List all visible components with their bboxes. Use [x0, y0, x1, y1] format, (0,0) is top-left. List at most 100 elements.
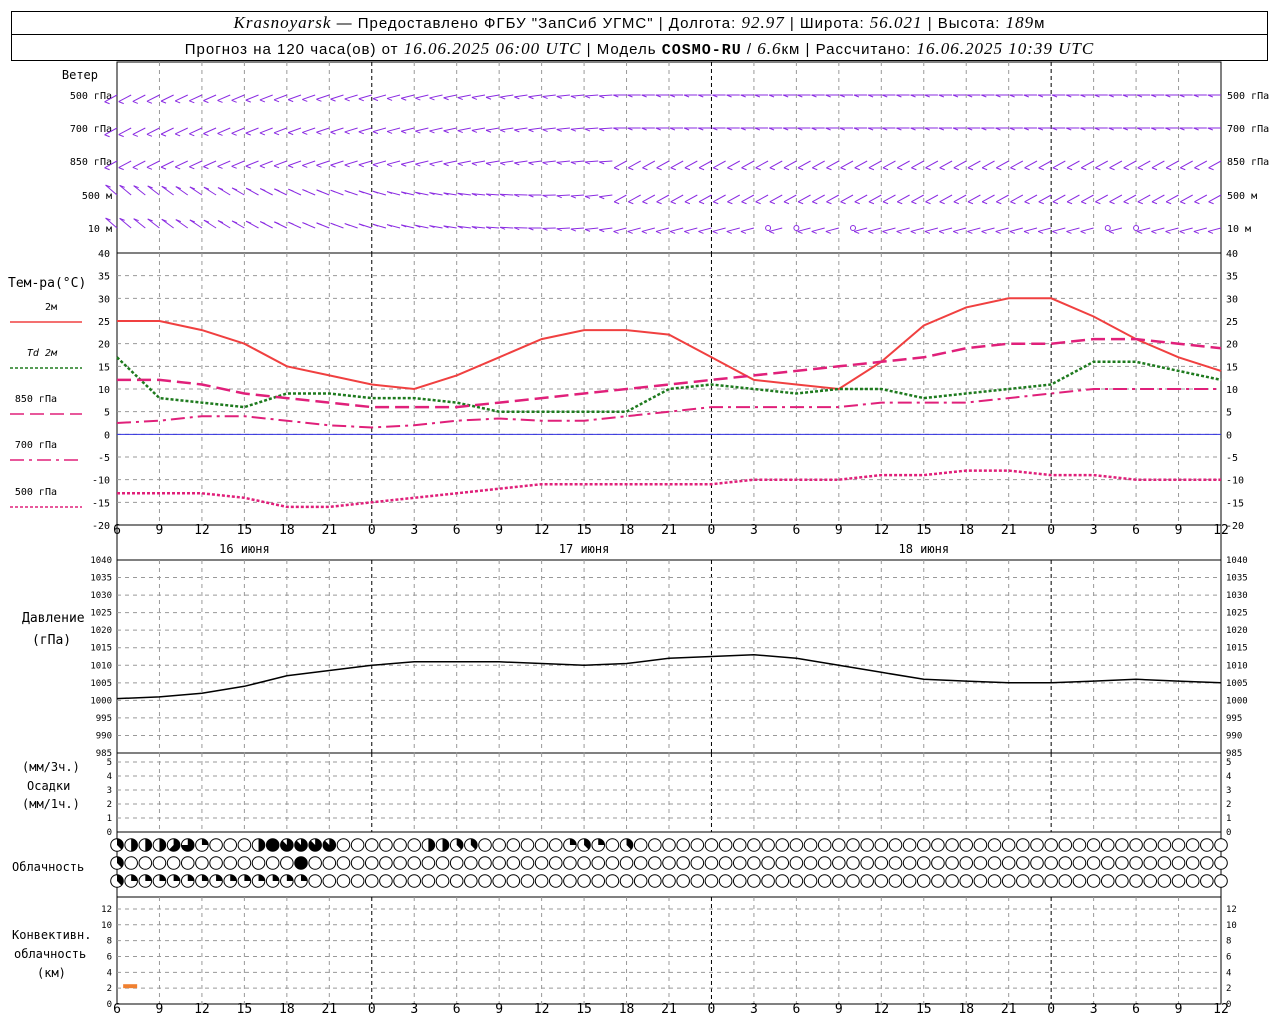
cloud-circle: [506, 856, 521, 870]
cloud-circle: [336, 874, 351, 888]
press-y-tick-right: 1015: [1226, 644, 1248, 654]
wind-barb: [160, 94, 174, 102]
x-tick-label: 6: [792, 523, 800, 538]
wind-barb-feather: [1165, 230, 1171, 234]
wind-barb-feather: [1109, 167, 1115, 171]
cloud-circle: [803, 838, 818, 852]
wind-barb-feather: [1180, 201, 1186, 205]
wind-barb-feather: [981, 201, 988, 205]
wind-barb-feather: [217, 132, 223, 136]
wind-barb-feather: [471, 162, 478, 166]
conv-y-tick-right: 12: [1226, 905, 1237, 915]
cloud-circle: [534, 856, 549, 870]
cloud-circle: [379, 874, 393, 888]
wind-barb-feather: [146, 100, 153, 104]
cloud-circle: [407, 874, 422, 888]
wind-barb: [160, 160, 174, 168]
cloud-circle: [775, 874, 790, 888]
precip-y-tick-right: 3: [1226, 786, 1231, 796]
temp-y-tick: 30: [98, 294, 110, 305]
cloud-fill: [294, 856, 308, 870]
wind-barb: [372, 160, 387, 166]
cloud-circle: [421, 856, 436, 870]
wind-barb: [485, 127, 500, 131]
wind-barb: [203, 127, 217, 135]
wind-barb-feather: [1179, 230, 1185, 234]
wind-barb-feather: [642, 167, 648, 171]
wind-barb-feather: [528, 162, 534, 166]
wind-barb: [1095, 194, 1109, 203]
wind-barb-feather: [429, 97, 435, 101]
wind-barb-feather: [415, 163, 421, 167]
wind-barb: [1052, 194, 1066, 203]
wind-barb: [245, 160, 259, 167]
wind-barb: [825, 227, 839, 232]
wind-barb-feather: [755, 201, 761, 205]
wind-barb: [316, 127, 330, 133]
wind-barb: [741, 160, 755, 169]
wind-barb: [401, 160, 415, 165]
cloud-circle: [1129, 856, 1143, 870]
wind-barb: [556, 194, 570, 197]
cloud-circle: [1171, 856, 1186, 870]
cloud-fill: [286, 874, 294, 881]
wind-barb-feather: [104, 167, 110, 171]
cloud-circle: [789, 838, 804, 852]
cloud-circle: [648, 874, 662, 888]
cloud-circle: [605, 874, 620, 888]
wind-barb-feather: [401, 130, 407, 134]
x-tick-label: 3: [1090, 1002, 1098, 1017]
wind-barb: [443, 127, 457, 132]
wind-barb: [1207, 227, 1222, 232]
cloud-circle: [1001, 856, 1016, 870]
wind-barb: [147, 218, 160, 229]
cloud-circle: [931, 856, 945, 870]
cloud-circle: [619, 874, 634, 888]
wind-barb-feather: [288, 221, 294, 225]
wind-barb: [995, 227, 1009, 232]
wind-barb: [542, 160, 556, 164]
wind-level-label: 700 гПа: [1227, 124, 1269, 135]
cloud-circle: [973, 856, 988, 870]
wind-barb-feather: [372, 98, 379, 102]
wind-barb: [1066, 227, 1080, 232]
wind-barb: [1165, 194, 1179, 203]
wind-barb-feather: [358, 164, 364, 168]
cloud-circle: [407, 838, 422, 852]
wind-barb: [642, 194, 656, 203]
wind-barb: [160, 127, 174, 135]
wind-barb: [330, 94, 344, 100]
wind-barb: [146, 94, 160, 102]
wind-barb-feather: [628, 201, 634, 205]
wind-barb-feather: [443, 163, 449, 167]
cloud-circle: [1214, 856, 1228, 870]
wind-barb-feather: [302, 164, 308, 168]
wind-barb-feather: [1123, 167, 1129, 171]
cloud-circle: [860, 874, 874, 888]
legend-label: 2м: [45, 302, 57, 313]
x-tick-label: 18: [619, 1002, 635, 1017]
cloud-circle: [464, 856, 478, 870]
wind-barb-feather: [854, 201, 860, 205]
wind-barb-feather: [1037, 230, 1044, 234]
cloud-circle: [336, 856, 351, 870]
x-tick-label: 9: [156, 523, 164, 538]
wind-barb: [344, 160, 358, 166]
wind-barb: [1109, 160, 1123, 169]
wind-barb-feather: [1193, 230, 1200, 234]
wind-barb-feather: [443, 130, 449, 134]
wind-barb-feather: [783, 201, 790, 205]
wind-barb-feather: [882, 230, 888, 234]
wind-barb: [118, 94, 132, 103]
wind-barb: [1194, 194, 1208, 203]
wind-barb: [1137, 194, 1151, 203]
wind-barb-feather: [189, 133, 195, 137]
wind-barb-feather: [1066, 167, 1073, 171]
cloud-circle: [803, 856, 818, 870]
cloud-circle: [931, 838, 945, 852]
wind-barb-feather: [613, 167, 620, 171]
wind-barb-feather: [273, 165, 280, 169]
cloud-circle: [817, 838, 832, 852]
wind-barb: [698, 194, 712, 203]
wind-barb: [727, 160, 741, 169]
